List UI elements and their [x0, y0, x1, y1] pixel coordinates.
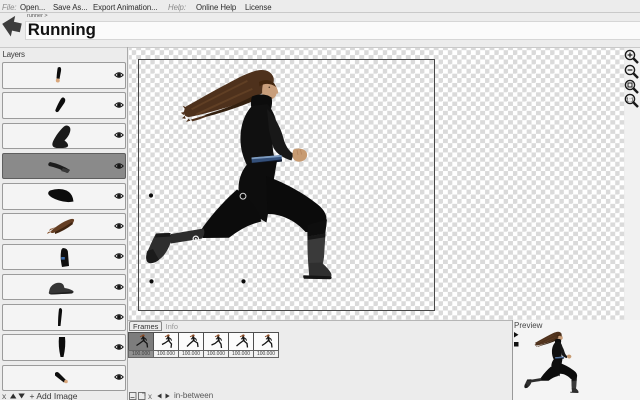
- svg-text:1:1: 1:1: [626, 97, 634, 103]
- svg-text:x: x: [148, 392, 152, 400]
